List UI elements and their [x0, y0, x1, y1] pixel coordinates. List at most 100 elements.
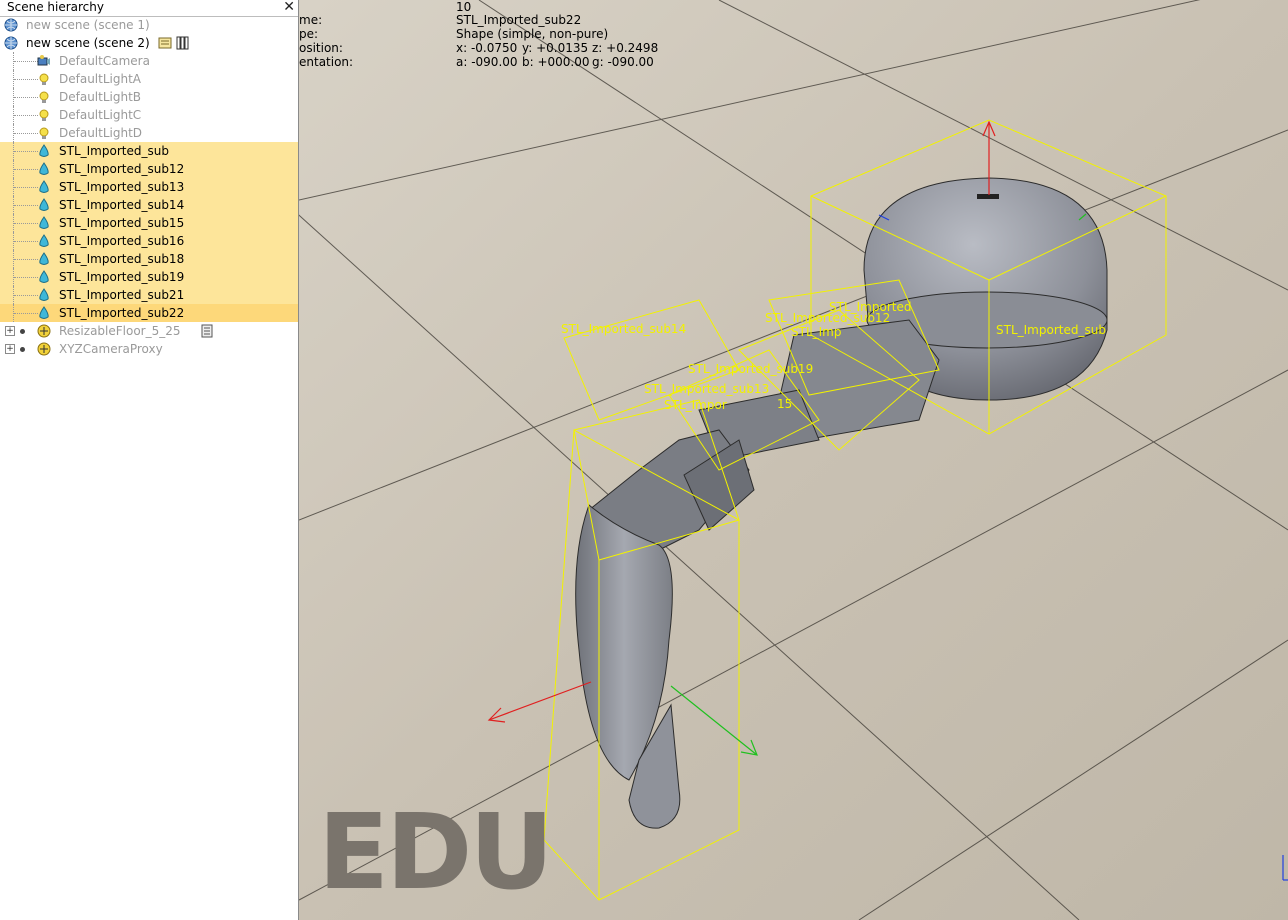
script-icon[interactable] — [158, 36, 172, 50]
info-value-1: 10 — [456, 0, 472, 14]
shape-icon — [37, 216, 51, 230]
expand-toggle[interactable]: + — [5, 326, 15, 336]
tree-item-label: DefaultLightC — [59, 108, 142, 122]
tree-item-label: DefaultLightD — [59, 126, 143, 140]
floor — [299, 0, 1288, 920]
object-label: STL_Impor — [664, 398, 727, 412]
light-icon — [37, 126, 51, 140]
tree-item-stl-imported-sub21[interactable]: STL_Imported_sub21 — [0, 286, 298, 304]
info-value-name: STL_Imported_sub22 — [456, 13, 582, 27]
tree-item-label: STL_Imported_sub22 — [59, 306, 185, 320]
light-icon — [37, 108, 51, 122]
shape-icon — [37, 306, 51, 320]
tree-item-xyzcameraproxy[interactable]: + XYZCameraProxy — [0, 340, 298, 358]
shape-icon — [37, 252, 51, 266]
tree-guide-line — [14, 223, 38, 224]
tree-guide-line — [14, 151, 38, 152]
info-label-name: me: — [299, 13, 323, 27]
tree-item-defaultlighta[interactable]: DefaultLightA — [0, 70, 298, 88]
info-label-position: osition: — [299, 41, 343, 55]
tree-item-label: STL_Imported_sub13 — [59, 180, 185, 194]
customization-icon[interactable] — [176, 36, 190, 50]
shape-icon — [37, 162, 51, 176]
tree-item-label: STL_Imported_sub16 — [59, 234, 185, 248]
scene-icon — [4, 18, 18, 32]
tree-item-label: STL_Imported_sub12 — [59, 162, 185, 176]
tree-item-label: STL_Imported_sub — [59, 144, 169, 158]
tree-item-label: STL_Imported_sub14 — [59, 198, 185, 212]
tree-item-stl-imported-sub15[interactable]: STL_Imported_sub15 — [0, 214, 298, 232]
shape-icon — [37, 270, 51, 284]
visibility-dot[interactable] — [20, 347, 25, 352]
camera-icon — [37, 54, 51, 68]
tree-item-label: DefaultCamera — [59, 54, 150, 68]
tree-item-new-scene-scene-2-[interactable]: new scene (scene 2) — [0, 34, 298, 52]
tree-guide-line — [14, 277, 38, 278]
light-icon — [37, 90, 51, 104]
tree-guide-line — [14, 133, 38, 134]
info-orientation-g: g: -090.00 — [592, 55, 654, 69]
tree-item-label: STL_Imported_sub15 — [59, 216, 185, 230]
tree-guide-line — [14, 115, 38, 116]
proxy-icon — [37, 342, 51, 356]
tree-item-stl-imported-sub[interactable]: STL_Imported_sub — [0, 142, 298, 160]
tree-item-label: DefaultLightA — [59, 72, 142, 86]
shape-icon — [37, 180, 51, 194]
tree-item-stl-imported-sub13[interactable]: STL_Imported_sub13 — [0, 178, 298, 196]
info-orientation-a: a: -090.00 — [456, 55, 518, 69]
tree-guide-line — [14, 241, 38, 242]
info-label-type: pe: — [299, 27, 319, 41]
close-icon[interactable]: ✕ — [283, 0, 295, 15]
object-label: STL_Imported_sub14 — [561, 322, 687, 336]
tree-item-resizablefloor-5-25[interactable]: + ResizableFloor_5_25 — [0, 322, 298, 340]
tree-guide-line — [14, 187, 38, 188]
scene-hierarchy-panel: Scene hierarchy ✕ new scene (scene 1) new… — [0, 0, 299, 920]
tree-guide-line — [14, 259, 38, 260]
info-position-z: z: +0.2498 — [592, 41, 659, 55]
expand-toggle[interactable]: + — [5, 344, 15, 354]
object-label: STL_Imp — [791, 325, 842, 339]
object-label: STL_Imported_sub13 — [644, 382, 770, 396]
tree-item-label: STL_Imported_sub18 — [59, 252, 185, 266]
tree-item-label: DefaultLightB — [59, 90, 142, 104]
script-icon[interactable] — [200, 324, 214, 338]
scene-icon — [4, 36, 18, 50]
object-label: 15 — [777, 397, 793, 411]
tree-item-stl-imported-sub14[interactable]: STL_Imported_sub14 — [0, 196, 298, 214]
object-label: STL_Imported — [829, 300, 912, 314]
info-orientation-b: b: +000.00 — [522, 55, 590, 69]
tree-guide-line — [14, 295, 38, 296]
3d-viewport[interactable]: STL_Imported_sub14 STL_Imported_sub12 STL_… — [299, 0, 1288, 920]
tree-item-defaultlightc[interactable]: DefaultLightC — [0, 106, 298, 124]
info-label-orientation: entation: — [299, 55, 354, 69]
tree-item-stl-imported-sub18[interactable]: STL_Imported_sub18 — [0, 250, 298, 268]
tree-item-label: STL_Imported_sub21 — [59, 288, 185, 302]
object-label: STL_Imported_sub — [996, 323, 1106, 337]
tree-item-stl-imported-sub22[interactable]: STL_Imported_sub22 — [0, 304, 298, 322]
tree-item-stl-imported-sub12[interactable]: STL_Imported_sub12 — [0, 160, 298, 178]
info-position-y: y: +0.0135 — [522, 41, 589, 55]
tree-item-stl-imported-sub16[interactable]: STL_Imported_sub16 — [0, 232, 298, 250]
shape-icon — [37, 288, 51, 302]
object-label: STL_Imported_sub19 — [688, 362, 814, 376]
visibility-dot[interactable] — [20, 329, 25, 334]
panel-title: Scene hierarchy — [7, 0, 104, 14]
tree-guide-line — [14, 205, 38, 206]
shape-icon — [37, 234, 51, 248]
floor-icon — [37, 324, 51, 338]
tree-item-label: STL_Imported_sub19 — [59, 270, 185, 284]
tree-item-label: new scene (scene 2) — [26, 36, 150, 50]
tree-item-defaultcamera[interactable]: DefaultCamera — [0, 52, 298, 70]
tree-item-label: new scene (scene 1) — [26, 18, 150, 32]
tree-item-stl-imported-sub19[interactable]: STL_Imported_sub19 — [0, 268, 298, 286]
tree-item-label: ResizableFloor_5_25 — [59, 324, 181, 338]
tree-item-new-scene-scene-1-[interactable]: new scene (scene 1) — [0, 16, 298, 34]
tree-guide-line — [14, 313, 38, 314]
tree-item-defaultlightd[interactable]: DefaultLightD — [0, 124, 298, 142]
scene-render — [299, 0, 1288, 920]
tree-item-defaultlightb[interactable]: DefaultLightB — [0, 88, 298, 106]
tree-guide-line — [14, 79, 38, 80]
tree-guide-line — [14, 61, 38, 62]
tree-guide-line — [14, 169, 38, 170]
info-value-type: Shape (simple, non-pure) — [456, 27, 609, 41]
